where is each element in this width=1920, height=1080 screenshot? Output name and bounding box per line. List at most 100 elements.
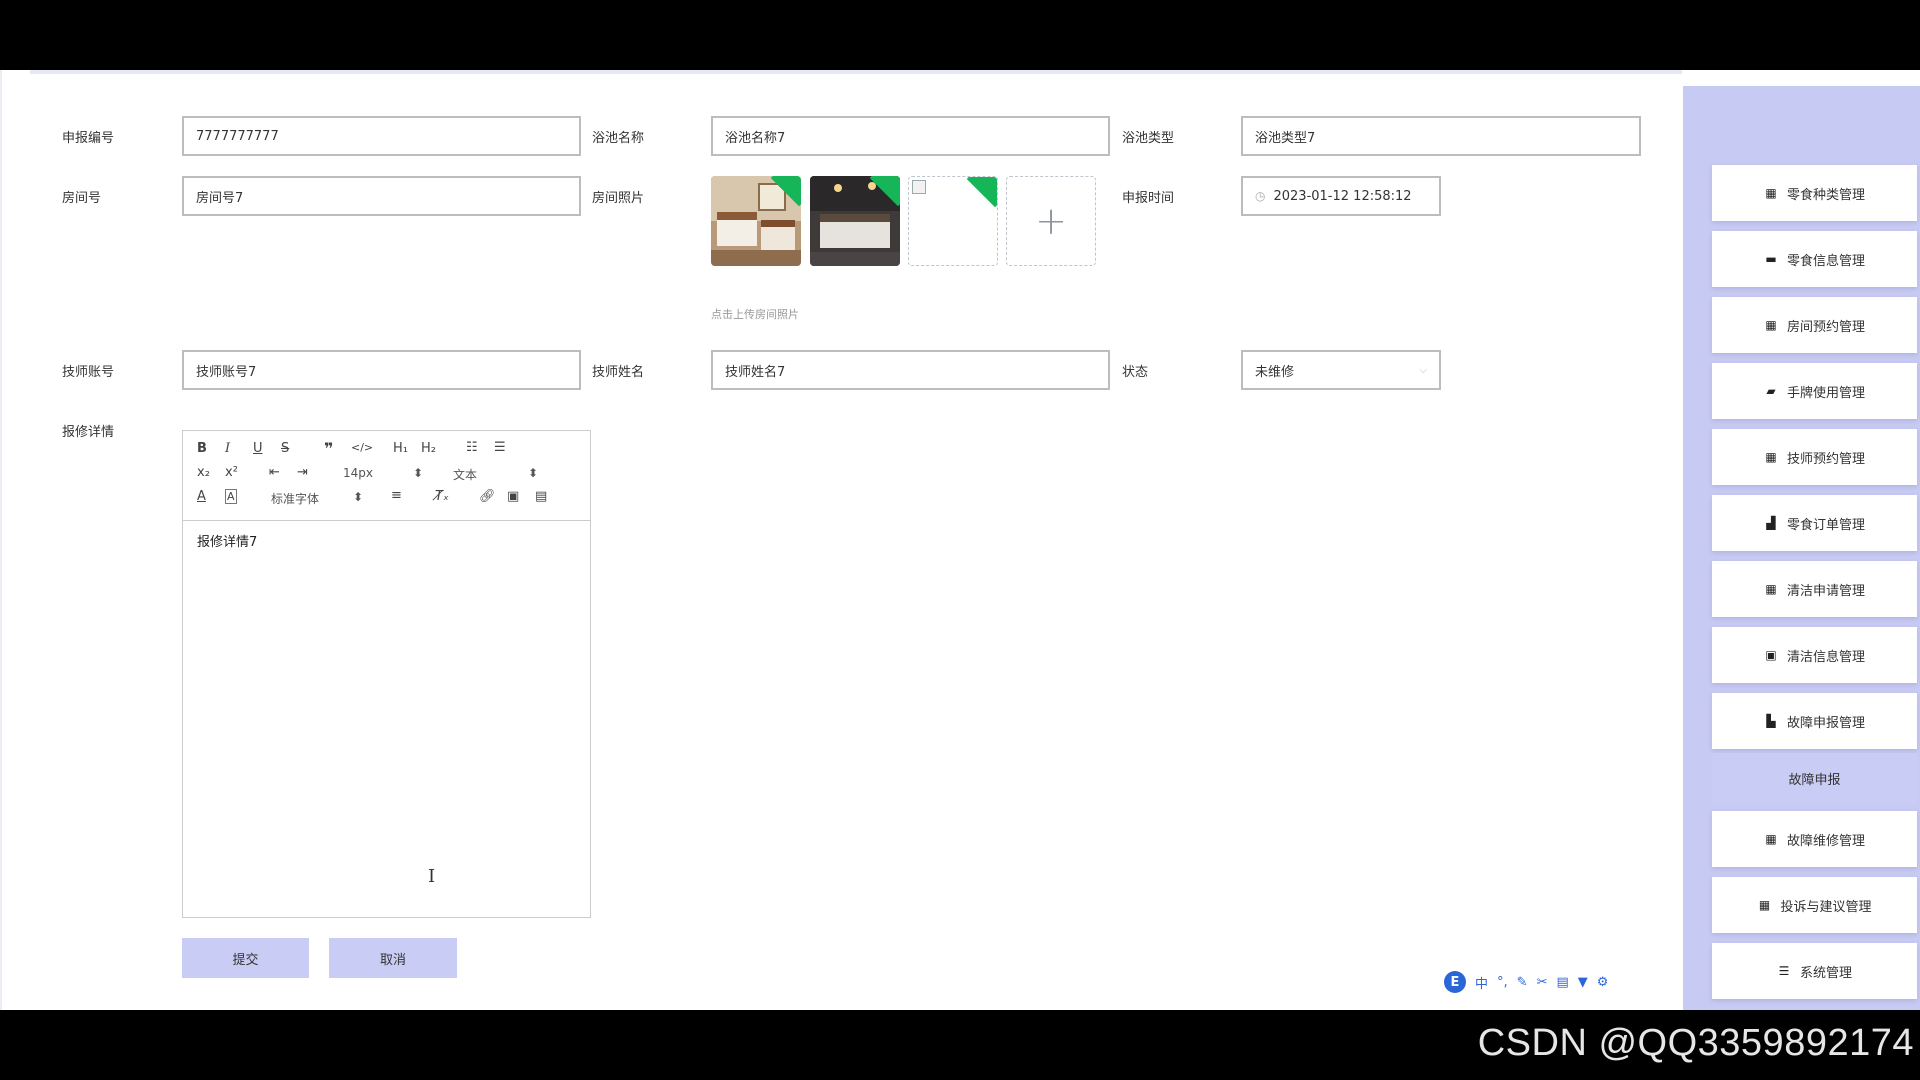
scissors-icon[interactable]: ✂ [1537, 975, 1548, 990]
sidebar-item-fault-report-mgmt[interactable]: ▙ 故障申报管理 [1712, 693, 1917, 749]
font-family-select[interactable]: 标准字体 ⬍ [271, 490, 363, 507]
photo-upload-hint: 点击上传房间照片 [711, 308, 799, 321]
clock-icon: ◷ [1255, 189, 1266, 203]
editor-content[interactable]: 报修详情7 [183, 521, 590, 560]
sidebar-item-fault-repair[interactable]: ▦ 故障维修管理 [1712, 811, 1917, 867]
blockquote-icon[interactable]: ❞ [324, 439, 333, 458]
sidebar-item-tech-booking[interactable]: ▦ 技师预约管理 [1712, 429, 1917, 485]
room-photo-label: 房间照片 [592, 191, 645, 206]
sidebar-item-label: 故障维修管理 [1786, 833, 1865, 849]
pool-name-label: 浴池名称 [592, 131, 645, 146]
code-block-icon[interactable]: </> [351, 441, 373, 454]
watermark-text: CSDN @QQ3359892174 [1477, 1022, 1914, 1064]
italic-icon[interactable]: I [225, 441, 230, 456]
video-icon[interactable]: ▤ [535, 489, 547, 504]
report-time-value: 2023-01-12 12:58:12 [1273, 188, 1412, 204]
success-badge [966, 177, 997, 208]
sidebar-item-cleaning-request[interactable]: ▦ 清洁申请管理 [1712, 561, 1917, 617]
video-top-bar [0, 0, 1920, 70]
list-icon: ☰ [1778, 964, 1790, 978]
pool-name-input[interactable]: 浴池名称7 [711, 116, 1110, 156]
h1-icon[interactable]: H₁ [393, 441, 408, 456]
room-photo-1[interactable] [711, 176, 801, 266]
rich-text-editor: B I U S ❞ </> H₁ H₂ ☷ ☰ x₂ x² ⇤ ⇥ 14px ⬍ … [182, 430, 591, 918]
room-photo-3[interactable] [908, 176, 998, 266]
text-cursor-icon: I [428, 866, 436, 887]
link-icon[interactable]: 🔗︎ [479, 489, 496, 504]
grid-icon: ▦ [1765, 450, 1777, 464]
sidebar-item-label: 技师预约管理 [1786, 451, 1865, 467]
pool-type-input[interactable]: 浴池类型7 [1241, 116, 1641, 156]
sidebar-subitem-fault-report[interactable]: 故障申报 [1712, 753, 1917, 803]
strike-icon[interactable]: S [281, 441, 289, 456]
photo-upload-button[interactable]: + [1006, 176, 1096, 266]
report-no-input[interactable]: 7777777777 [182, 116, 581, 156]
sidebar-item-snack-category[interactable]: ▦ 零食种类管理 [1712, 165, 1917, 221]
sidebar-item-snack-orders[interactable]: ▟ 零食订单管理 [1712, 495, 1917, 551]
header-select[interactable]: 文本 ⬍ [453, 466, 538, 483]
status-select[interactable]: 未维修 ⌵ [1241, 350, 1441, 390]
cancel-button[interactable]: 取消 [329, 938, 457, 978]
report-time-picker[interactable]: ◷ 2023-01-12 12:58:12 [1241, 176, 1441, 216]
app-screen: 申报编号 7777777777 浴池名称 浴池名称7 浴池类型 浴池类型7 房间… [0, 70, 1920, 1010]
background-color-icon[interactable]: A [225, 489, 237, 504]
bold-icon[interactable]: B [197, 441, 207, 456]
chat-icon: ▰ [1766, 384, 1776, 398]
indent-icon[interactable]: ⇥ [297, 465, 308, 480]
ordered-list-icon[interactable]: ☷ [466, 440, 478, 455]
select-arrows-icon: ⬍ [352, 490, 363, 504]
font-size-select[interactable]: 14px ⬍ [343, 466, 423, 480]
sidebar-item-room-booking[interactable]: ▦ 房间预约管理 [1712, 297, 1917, 353]
ime-logo-icon: E [1444, 971, 1466, 993]
status-label: 状态 [1122, 365, 1149, 380]
sidebar-item-snack-info[interactable]: ▬ 零食信息管理 [1712, 231, 1917, 287]
sidebar-item-label: 零食订单管理 [1786, 517, 1865, 533]
align-icon[interactable]: ≡ [391, 488, 402, 503]
header-select-value: 文本 [453, 468, 478, 482]
font-size-value: 14px [343, 466, 373, 480]
status-value: 未维修 [1255, 364, 1295, 380]
gear-icon[interactable]: ⚙ [1597, 975, 1609, 990]
subscript-icon[interactable]: x₂ [197, 465, 210, 480]
room-no-input[interactable]: 房间号7 [182, 176, 581, 216]
sidebar-item-label: 清洁申请管理 [1786, 583, 1865, 599]
sidebar-item-wristband[interactable]: ▰ 手牌使用管理 [1712, 363, 1917, 419]
sidebar-item-label: 房间预约管理 [1786, 319, 1865, 335]
font-color-icon[interactable]: A [197, 489, 206, 504]
detail-label: 报修详情 [62, 425, 115, 440]
superscript-icon[interactable]: x² [225, 465, 238, 480]
tech-account-input[interactable]: 技师账号7 [182, 350, 581, 390]
broken-image-icon [912, 180, 926, 194]
bullet-list-icon[interactable]: ☰ [494, 440, 506, 455]
ime-mode-label: 中 [1475, 976, 1489, 992]
submit-button[interactable]: 提交 [182, 938, 309, 978]
editor-toolbar: B I U S ❞ </> H₁ H₂ ☷ ☰ x₂ x² ⇤ ⇥ 14px ⬍ … [183, 431, 590, 521]
keyboard-icon[interactable]: ▤ [1556, 975, 1568, 990]
image-icon[interactable]: ▣ [507, 489, 519, 504]
tech-account-label: 技师账号 [62, 365, 115, 380]
plus-icon: + [1035, 199, 1067, 243]
underline-icon[interactable]: U [253, 441, 263, 456]
outdent-icon[interactable]: ⇤ [269, 465, 280, 480]
pool-type-label: 浴池类型 [1122, 131, 1175, 146]
monitor-icon: ▬ [1765, 252, 1777, 266]
punctuation-icon[interactable]: °, [1497, 975, 1508, 990]
sidebar-item-system[interactable]: ☰ 系统管理 [1712, 943, 1917, 999]
sidebar-item-complaints[interactable]: ▦ 投诉与建议管理 [1712, 877, 1917, 933]
sidebar-item-cleaning-info[interactable]: ▣ 清洁信息管理 [1712, 627, 1917, 683]
sidebar-item-label: 系统管理 [1799, 965, 1852, 981]
chevron-down-icon: ⌵ [1419, 364, 1427, 376]
skin-icon[interactable]: ▼ [1578, 975, 1588, 990]
sidebar-item-label: 清洁信息管理 [1786, 649, 1865, 665]
font-family-value: 标准字体 [271, 492, 320, 506]
select-arrows-icon: ⬍ [527, 466, 538, 480]
h2-icon[interactable]: H₂ [421, 441, 436, 456]
ime-toolbar[interactable]: E 中 °, ✎ ✂ ▤ ▼ ⚙ [1440, 968, 1617, 996]
sidebar-item-label: 零食种类管理 [1786, 187, 1865, 203]
sidebar-item-label: 手牌使用管理 [1786, 385, 1865, 401]
room-photo-2[interactable] [810, 176, 900, 266]
clear-format-icon[interactable]: T̸ₓ [435, 489, 449, 504]
pen-icon[interactable]: ✎ [1517, 975, 1528, 990]
grid-icon: ▦ [1765, 582, 1777, 596]
tech-name-input[interactable]: 技师姓名7 [711, 350, 1110, 390]
